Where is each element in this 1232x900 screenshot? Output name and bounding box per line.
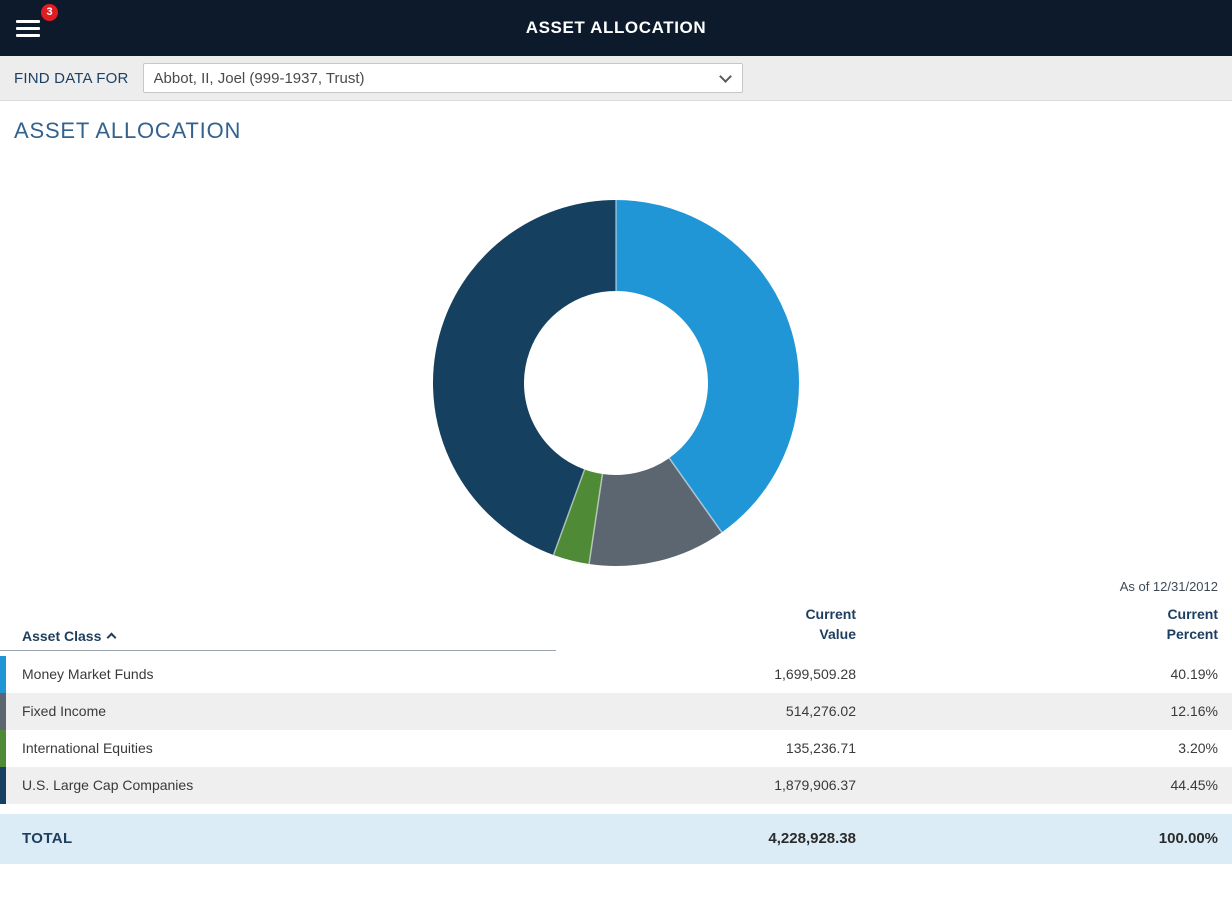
total-current-value: 4,228,928.38 xyxy=(556,830,870,847)
table-row: International Equities 135,236.71 3.20% xyxy=(0,730,1232,767)
asset-class-cell: U.S. Large Cap Companies xyxy=(6,777,556,793)
sort-ascending-icon xyxy=(107,632,117,642)
account-select-wrap: Abbot, II, Joel (999-1937, Trust) xyxy=(143,63,743,93)
table-header: Asset Class Current Value Current Percen… xyxy=(0,604,1232,656)
asset-allocation-donut-chart xyxy=(0,193,1232,573)
current-percent-cell: 44.45% xyxy=(870,777,1232,793)
asset-class-header-label: Asset Class xyxy=(22,628,101,644)
table-row: U.S. Large Cap Companies 1,879,906.37 44… xyxy=(0,767,1232,804)
account-select[interactable]: Abbot, II, Joel (999-1937, Trust) xyxy=(143,63,743,93)
donut-chart-svg xyxy=(426,193,806,573)
find-data-label: FIND DATA FOR xyxy=(14,70,129,87)
total-current-percent: 100.00% xyxy=(870,830,1232,847)
top-bar: 3 ASSET ALLOCATION xyxy=(0,0,1232,56)
asset-allocation-table: Asset Class Current Value Current Percen… xyxy=(0,604,1232,864)
total-row: TOTAL 4,228,928.38 100.00% xyxy=(0,814,1232,864)
current-value-header: Current Value xyxy=(556,604,870,651)
current-value-cell: 135,236.71 xyxy=(556,740,870,756)
main-content: ASSET ALLOCATION As of 12/31/2012 Asset … xyxy=(0,118,1232,864)
notification-badge: 3 xyxy=(41,4,58,21)
total-label: TOTAL xyxy=(0,830,556,847)
table-row: Money Market Funds 1,699,509.28 40.19% xyxy=(0,656,1232,693)
sort-asset-class-header[interactable]: Asset Class xyxy=(0,628,556,651)
asset-allocation-page: 3 ASSET ALLOCATION FIND DATA FOR Abbot, … xyxy=(0,0,1232,900)
current-percent-cell: 40.19% xyxy=(870,666,1232,682)
asset-class-cell: International Equities xyxy=(6,740,556,756)
asset-class-cell: Fixed Income xyxy=(6,703,556,719)
current-value-cell: 1,699,509.28 xyxy=(556,666,870,682)
app-title: ASSET ALLOCATION xyxy=(0,18,1232,38)
table-row: Fixed Income 514,276.02 12.16% xyxy=(0,693,1232,730)
hamburger-icon xyxy=(16,20,50,37)
find-data-bar: FIND DATA FOR Abbot, II, Joel (999-1937,… xyxy=(0,56,1232,101)
as-of-date: As of 12/31/2012 xyxy=(0,579,1232,594)
page-title: ASSET ALLOCATION xyxy=(14,118,1218,144)
current-percent-cell: 12.16% xyxy=(870,703,1232,719)
menu-button[interactable]: 3 xyxy=(16,13,50,43)
asset-class-cell: Money Market Funds xyxy=(6,666,556,682)
current-value-cell: 1,879,906.37 xyxy=(556,777,870,793)
current-value-cell: 514,276.02 xyxy=(556,703,870,719)
current-percent-header: Current Percent xyxy=(870,604,1232,651)
current-percent-cell: 3.20% xyxy=(870,740,1232,756)
